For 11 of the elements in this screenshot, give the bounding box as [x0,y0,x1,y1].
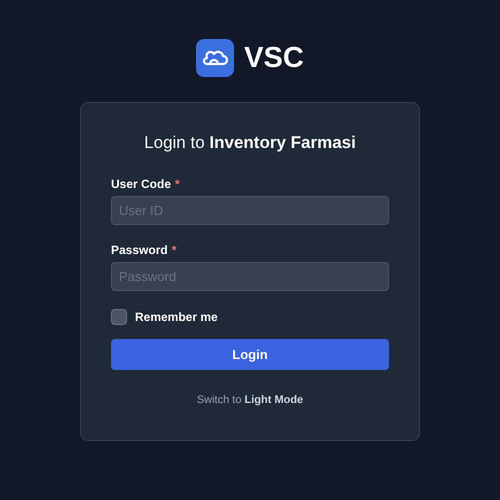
field-label: Password [111,243,168,257]
required-mark: * [172,243,176,257]
field-label: User Code [111,177,172,191]
login-button[interactable]: Login [111,339,389,370]
brand-name: VSC [244,42,304,74]
required-mark: * [175,177,180,191]
cloud-logo-icon [196,39,234,77]
remember-label: Remember me [135,310,218,324]
theme-switch-link[interactable]: Switch to Light Mode [196,394,304,406]
login-title: Login to Inventory Farmasi [143,133,357,153]
remember-checkbox[interactable] [111,309,127,325]
